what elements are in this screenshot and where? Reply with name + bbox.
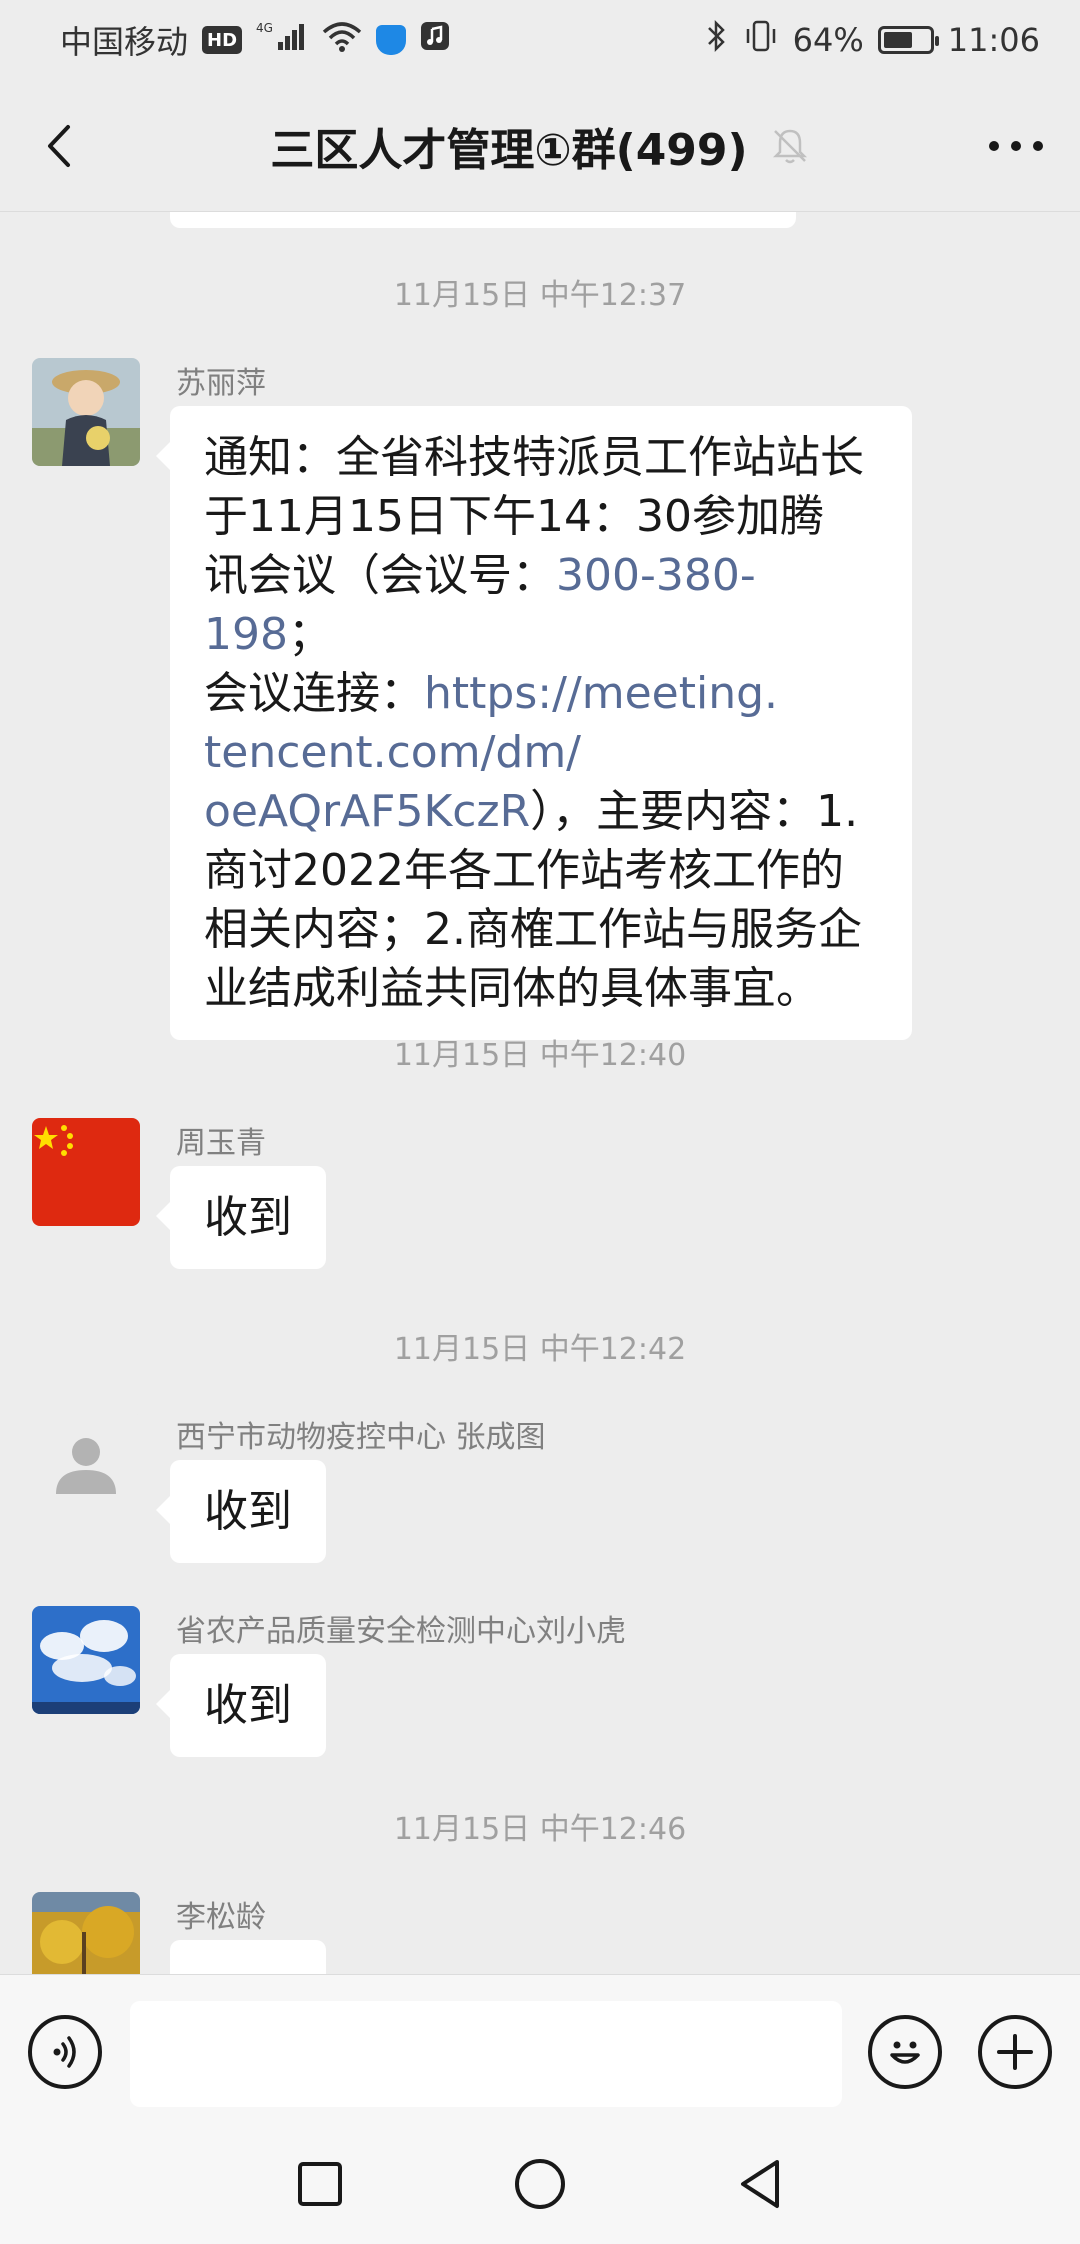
message-bubble[interactable]: 通知：全省科技特派员工作站站长 于11月15日下午14：30参加腾 讯会议（会议… [156, 406, 912, 1040]
system-nav-bar [0, 2124, 1080, 2244]
timestamp: 11月15日 中午12:46 [393, 1812, 687, 1847]
chat-area[interactable]: 11月15日 中午12:37 苏丽萍 通知：全省科技特派员工作站站长 于11月1… [0, 212, 1080, 1974]
title-wrap: 三区人才管理①群(499) [270, 114, 809, 178]
sender-name: 西宁市动物疫控中心 张成图 [176, 1420, 546, 1455]
message-text: 讯会议（会议号： [204, 550, 556, 601]
vibrate-icon [743, 19, 779, 61]
back-button[interactable] [30, 116, 90, 176]
plus-button[interactable] [978, 2015, 1052, 2089]
bell-off-icon [772, 129, 807, 163]
network-label: 4G [256, 21, 273, 35]
timestamp: 11月15日 中午12:40 [393, 1038, 687, 1073]
battery-fill [883, 32, 912, 48]
message-line: 商讨2022年各工作站考核工作的 [204, 845, 844, 896]
message-item: 李松龄 [32, 1892, 1048, 1974]
message-text: ； [287, 609, 332, 660]
message-line: 讯会议（会议号：300-380-198； [204, 546, 878, 664]
shield-icon [376, 25, 407, 55]
sender-name: 李松龄 [176, 1900, 266, 1935]
avatar[interactable] [32, 1606, 140, 1714]
message-line: 相关内容；2.商榷工作站与服务企 [204, 904, 862, 955]
circle-icon [515, 2159, 565, 2209]
square-icon [298, 2162, 342, 2206]
message-line: oeAQrAF5KczR），主要内容：1. [204, 782, 878, 841]
system-back-button[interactable] [725, 2149, 795, 2219]
message-line: 业结成利益共同体的具体事宜。 [204, 963, 820, 1014]
battery-percent: 64% [792, 21, 864, 59]
input-bar [0, 1974, 1080, 2124]
message-item: 周玉青 收到 [32, 1118, 1048, 1278]
page-title: 三区人才管理①群(499) [270, 124, 748, 176]
voice-icon [53, 2036, 76, 2068]
sender-name: 周玉青 [176, 1126, 266, 1161]
message-text: ），主要内容：1. [530, 786, 859, 837]
voice-button[interactable] [28, 2015, 102, 2089]
message-bubble[interactable]: 收到 [156, 1166, 326, 1269]
plus-icon [997, 2034, 1033, 2070]
bluetooth-icon [705, 19, 729, 61]
message-item: 省农产品质量安全检测中心刘小虎 收到 [32, 1606, 1048, 1766]
hd-icon: HD [202, 26, 243, 54]
meeting-url-link[interactable]: https://meeting. [424, 668, 778, 719]
message-line: tencent.com/dm/ [204, 723, 878, 782]
battery-icon [877, 26, 939, 54]
emoji-button[interactable] [868, 2015, 942, 2089]
clock: 11:06 [947, 21, 1040, 59]
status-bar: 中国移动 HD 4G 64% 11:06 [0, 0, 1080, 80]
timestamp: 11月15日 中午12:37 [393, 278, 687, 313]
message-item: 西宁市动物疫控中心 张成图 收到 [32, 1412, 1048, 1572]
status-right: 64% 11:06 [705, 19, 1040, 61]
message-bubble[interactable]: 收到 [156, 1460, 326, 1563]
carrier-label: 中国移动 [60, 23, 189, 61]
more-dots-icon [989, 141, 1043, 151]
chat-header: 三区人才管理①群(499) [0, 80, 1080, 212]
music-icon [420, 21, 450, 59]
avatar[interactable] [32, 1118, 140, 1226]
sender-name: 省农产品质量安全检测中心刘小虎 [176, 1614, 626, 1649]
message-item: 苏丽萍 通知：全省科技特派员工作站站长 于11月15日下午14：30参加腾 讯会… [32, 358, 1048, 1040]
timestamp: 11月15日 中午12:42 [393, 1332, 687, 1367]
more-button[interactable] [976, 116, 1056, 176]
default-person-avatar[interactable] [32, 1412, 140, 1520]
home-button[interactable] [505, 2149, 575, 2219]
message-line: 于11月15日下午14：30参加腾 [204, 491, 824, 542]
avatar[interactable] [32, 358, 140, 466]
message-input[interactable] [130, 2001, 842, 2107]
signal-icon: 4G [256, 20, 308, 60]
avatar[interactable] [32, 1892, 140, 1974]
status-left: 中国移动 HD 4G [60, 17, 450, 63]
sender-name: 苏丽萍 [176, 366, 266, 401]
message-text: 会议连接： [204, 668, 424, 719]
message-line: 通知：全省科技特派员工作站站长 [204, 432, 864, 483]
emoji-icon [890, 2041, 920, 2064]
message-bubble[interactable]: 收到 [156, 1654, 326, 1757]
message-line: 会议连接：https://meeting. [204, 664, 878, 723]
previous-message-bubble[interactable] [170, 212, 796, 228]
triangle-back-icon [741, 2160, 779, 2208]
message-bubble[interactable] [170, 1940, 326, 1974]
recent-apps-button[interactable] [285, 2149, 355, 2219]
wifi-icon [322, 20, 362, 60]
chevron-left-icon [48, 125, 70, 167]
meeting-url-link[interactable]: tencent.com/dm/ [204, 727, 581, 778]
meeting-url-link[interactable]: oeAQrAF5KczR [204, 786, 530, 837]
